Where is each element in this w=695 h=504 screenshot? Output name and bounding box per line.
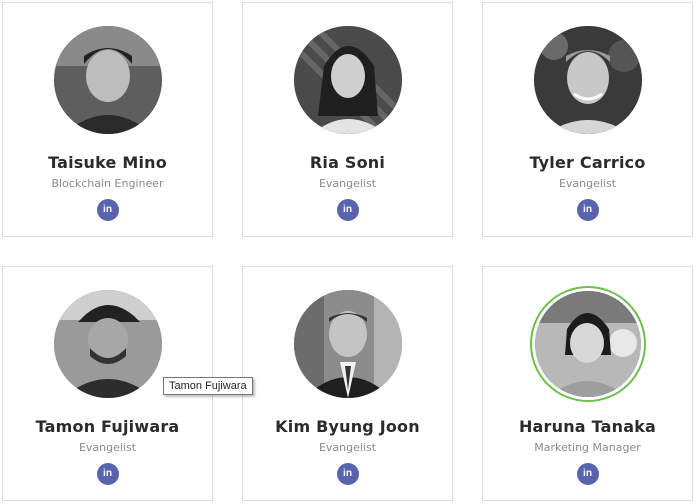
linkedin-icon[interactable]: in (96, 463, 119, 485)
team-grid: Taisuke Mino Blockchain Engineer in Ria … (0, 0, 695, 504)
team-card: Ria Soni Evangelist in (242, 2, 453, 237)
member-name: Tamon Fujiwara (35, 417, 180, 436)
linkedin-icon[interactable]: in (96, 199, 119, 221)
member-role: Evangelist (558, 177, 617, 190)
linkedin-icon[interactable]: in (576, 199, 599, 221)
member-name: Haruna Tanaka (518, 417, 657, 436)
member-name: Tyler Carrico (529, 153, 646, 172)
member-role: Evangelist (318, 177, 377, 190)
member-name: Ria Soni (309, 153, 386, 172)
team-card: Tyler Carrico Evangelist in (482, 2, 693, 237)
member-role: Blockchain Engineer (51, 177, 164, 190)
team-card: Taisuke Mino Blockchain Engineer in (2, 2, 213, 237)
team-card: Haruna Tanaka Marketing Manager in (482, 266, 693, 501)
linkedin-icon[interactable]: in (336, 463, 359, 485)
profile-photo (293, 26, 402, 134)
member-role: Evangelist (78, 441, 137, 454)
linkedin-icon[interactable]: in (576, 463, 599, 485)
profile-photo (529, 286, 646, 402)
member-name: Taisuke Mino (48, 153, 167, 172)
member-role: Evangelist (318, 441, 377, 454)
team-card: Kim Byung Joon Evangelist in (242, 266, 453, 501)
hover-tooltip: Tamon Fujiwara (163, 377, 253, 395)
profile-photo (53, 290, 162, 398)
profile-photo (53, 26, 162, 134)
profile-photo (533, 26, 642, 134)
linkedin-icon[interactable]: in (336, 199, 359, 221)
member-name: Kim Byung Joon (275, 417, 420, 436)
member-role: Marketing Manager (534, 441, 641, 454)
profile-photo (293, 290, 402, 398)
